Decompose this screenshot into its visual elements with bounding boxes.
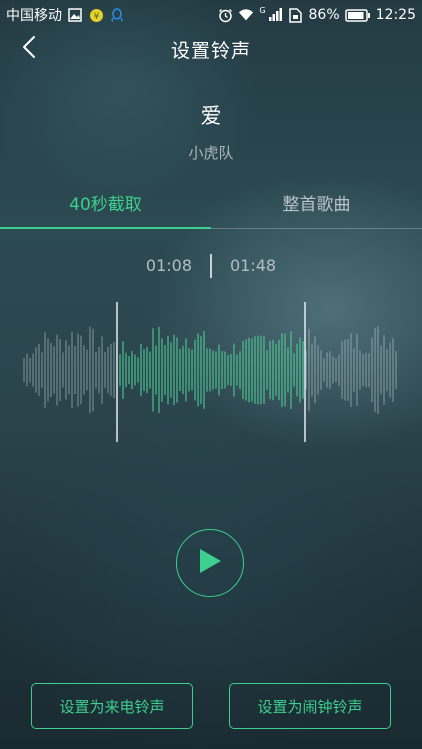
clip-end-time: 01:48 — [230, 256, 277, 275]
status-bar: 中国移动 ¥ G 86% 12:25 — [0, 0, 422, 30]
signal-icon — [267, 7, 283, 23]
set-alarm-ringtone-button[interactable]: 设置为闹钟铃声 — [229, 683, 391, 729]
battery-icon — [344, 7, 371, 23]
status-right: G 86% 12:25 — [217, 7, 416, 23]
svg-text:¥: ¥ — [93, 12, 99, 22]
clip-start-time: 01:08 — [145, 256, 192, 275]
play-icon — [197, 547, 223, 579]
sim-icon — [288, 7, 304, 23]
page-title: 设置铃声 — [170, 40, 251, 62]
alarm-icon — [217, 7, 233, 23]
tab-full-song[interactable]: 整首歌曲 — [211, 178, 422, 226]
nav-bar: 设置铃声 — [0, 30, 422, 70]
status-left: 中国移动 ¥ — [6, 5, 125, 25]
waveform[interactable] — [0, 290, 422, 450]
ringtone-mode-tabs: 40秒截取 整首歌曲 — [0, 178, 422, 229]
tab-active-indicator — [0, 227, 211, 229]
wifi-icon — [238, 7, 254, 23]
image-icon — [67, 7, 83, 23]
battery-percent: 86% — [308, 7, 340, 23]
network-type: G — [259, 6, 266, 15]
clock: 12:25 — [375, 7, 416, 23]
qq-icon — [109, 7, 125, 23]
carrier-label: 中国移动 — [6, 8, 62, 24]
signal-group: G — [259, 7, 282, 23]
coin-icon: ¥ — [88, 7, 104, 23]
song-artist: 小虎队 — [188, 144, 234, 162]
set-call-ringtone-button[interactable]: 设置为来电铃声 — [31, 683, 193, 729]
time-separator — [210, 254, 212, 278]
song-title: 爱 — [200, 104, 222, 128]
clip-time-range: 01:08 01:48 — [0, 254, 422, 280]
play-button[interactable] — [176, 529, 244, 597]
tab-clip[interactable]: 40秒截取 — [0, 178, 211, 226]
